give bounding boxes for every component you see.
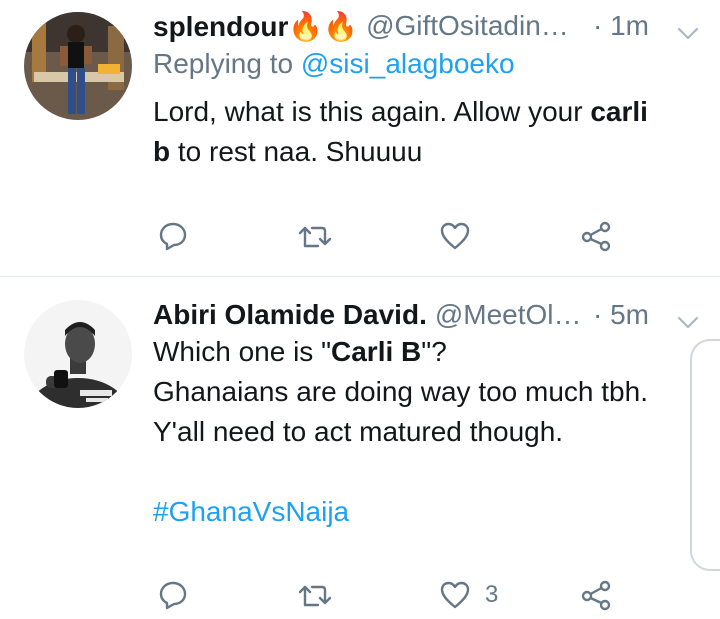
- reply-icon: [157, 220, 189, 252]
- reply-button[interactable]: [157, 575, 189, 615]
- heart-icon: [439, 220, 471, 252]
- display-name[interactable]: Abiri Olamide David.: [153, 299, 427, 331]
- share-button[interactable]: [580, 216, 612, 256]
- tweet-text: Which one is "Carli B"? Ghanaians are do…: [153, 332, 693, 532]
- tweet-text-segment: to rest naa. Shuuuu: [170, 136, 423, 167]
- retweet-icon: [298, 579, 332, 611]
- hashtag-link[interactable]: #GhanaVsNaija: [153, 492, 693, 532]
- highlighted-term: carli: [590, 96, 648, 127]
- tweet-text: Lord, what is this again. Allow your car…: [153, 92, 693, 172]
- highlighted-term: b: [153, 136, 171, 167]
- floating-panel-edge[interactable]: [690, 339, 720, 571]
- display-name[interactable]: splendour🔥🔥: [153, 10, 358, 43]
- reply-icon: [157, 579, 189, 611]
- share-icon: [580, 220, 612, 252]
- like-button[interactable]: [439, 216, 485, 256]
- tweet-header: Abiri Olamide David. @MeetOl… · 5m: [153, 295, 720, 335]
- retweet-icon: [298, 220, 332, 252]
- tweet-text-line: Y'all need to act matured though.: [153, 416, 564, 447]
- retweet-button[interactable]: [298, 575, 332, 615]
- share-button[interactable]: [580, 575, 612, 615]
- tweet[interactable]: splendour🔥🔥 @GiftOsitadin… · 1m Replying…: [0, 0, 720, 276]
- tweet-header: splendour🔥🔥 @GiftOsitadin… · 1m: [153, 6, 720, 46]
- timestamp[interactable]: · 5m: [593, 299, 649, 331]
- tweet-actions: [0, 216, 720, 256]
- tweet-actions: 3: [0, 575, 720, 615]
- tweet-text-line: Ghanaians are doing way too much tbh.: [153, 376, 648, 407]
- tweet-text-segment: Which one is ": [153, 336, 332, 367]
- replying-to: Replying to @sisi_alagboeko: [153, 48, 515, 80]
- avatar[interactable]: [24, 12, 132, 120]
- chevron-down-icon[interactable]: [677, 16, 699, 48]
- tweet-text-segment: "?: [421, 336, 447, 367]
- tweet-text-segment: Lord, what is this again. Allow your: [153, 96, 591, 127]
- user-handle[interactable]: @GiftOsitadin…: [366, 10, 569, 42]
- avatar[interactable]: [24, 300, 132, 408]
- highlighted-term: Carli B: [331, 336, 422, 367]
- tweet[interactable]: Abiri Olamide David. @MeetOl… · 5m Which…: [0, 277, 720, 619]
- like-button[interactable]: 3: [439, 575, 498, 615]
- like-count: 3: [485, 581, 499, 608]
- replying-to-label: Replying to: [153, 48, 294, 79]
- heart-icon: [439, 579, 471, 611]
- timestamp[interactable]: · 1m: [593, 10, 649, 42]
- share-icon: [580, 579, 612, 611]
- mention-link[interactable]: @sisi_alagboeko: [301, 48, 515, 79]
- retweet-button[interactable]: [298, 216, 332, 256]
- user-handle[interactable]: @MeetOl…: [435, 299, 582, 331]
- reply-button[interactable]: [157, 216, 189, 256]
- tweet-text-line: Which one is "Carli B"?: [153, 332, 693, 372]
